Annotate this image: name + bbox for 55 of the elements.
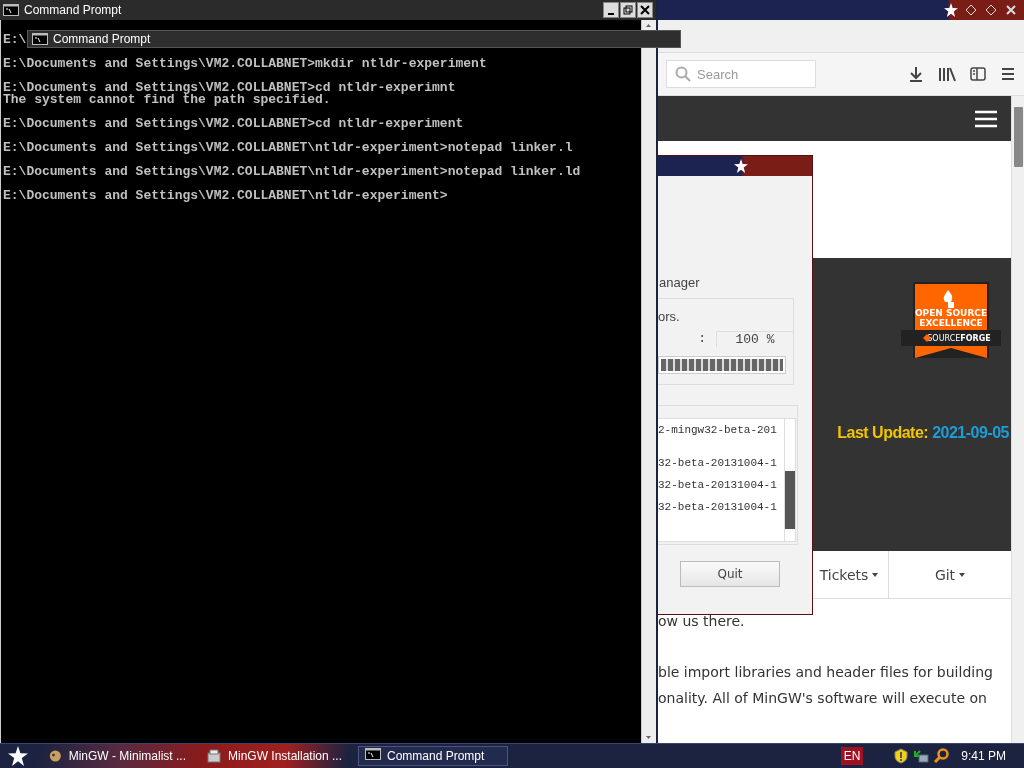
library-icon[interactable]: [938, 66, 956, 82]
package-icon: [206, 748, 222, 764]
search-icon[interactable]: [933, 748, 950, 764]
terminal-icon: [32, 33, 48, 45]
caret-icon: [872, 572, 879, 577]
quit-button[interactable]: Quit: [680, 561, 780, 587]
download-icon[interactable]: [908, 66, 924, 82]
separator-text: :: [698, 331, 706, 347]
status-text: ors.: [658, 309, 681, 324]
close-button[interactable]: [1004, 3, 1018, 17]
clock: 9:41 PM: [961, 749, 1006, 763]
taskbar-button[interactable]: MinGW - Minimalist ...: [42, 746, 192, 766]
menu-icon[interactable]: [1000, 66, 1016, 82]
scrollbar-thumb[interactable]: [1013, 107, 1023, 167]
scrollbar[interactable]: [641, 20, 656, 743]
network-icon[interactable]: [913, 748, 930, 764]
menu-icon[interactable]: [975, 109, 997, 128]
tooltip-text: Command Prompt: [53, 32, 151, 46]
console-line: E:\: [3, 34, 27, 46]
scrollbar[interactable]: [784, 419, 795, 541]
console-line: E:\Documents and Settings\VM2.COLLABNET>cd ntldr-experimnt: [3, 82, 456, 94]
sidebar-icon[interactable]: [970, 66, 986, 82]
console-line: E:\Documents and Settings\VM2.COLLABNET\ntldr-experiment>: [3, 190, 448, 202]
last-update-label: Last Update:: [837, 424, 929, 442]
log-line: 32-beta-20131004-1: [658, 456, 778, 471]
window-heading: anager: [658, 275, 701, 290]
app-icon: [48, 748, 63, 764]
last-update-date[interactable]: 2021-09-05: [932, 424, 1009, 442]
window-title: Command Prompt: [24, 3, 123, 17]
scrollbar[interactable]: [1011, 96, 1024, 743]
terminal-icon: [3, 4, 19, 16]
start-star-icon[interactable]: [8, 746, 28, 766]
star-icon: [734, 159, 748, 173]
log-line: 32-beta-20131004-1: [658, 500, 778, 515]
log-line: 2-mingw32-beta-201: [658, 423, 778, 438]
taskbar-button[interactable]: MinGW Installation ...: [200, 746, 350, 766]
search-icon: [675, 66, 691, 82]
paragraph-text: ow us there.: [658, 612, 746, 631]
taskbar-button[interactable]: Command Prompt: [358, 746, 508, 766]
scrollbar-thumb[interactable]: [785, 471, 795, 529]
restore-button[interactable]: [620, 2, 636, 18]
paragraph-text: ble import libraries and header files for building: [658, 663, 994, 682]
console-line: E:\Documents and Settings\VM2.COLLABNET>cd ntldr-experiment: [3, 118, 464, 130]
language-indicator[interactable]: EN: [840, 747, 864, 765]
shield-icon[interactable]: [893, 748, 910, 764]
caret-icon: [959, 572, 966, 577]
console-line: E:\Documents and Settings\VM2.COLLABNET>mkdir ntldr-experiment: [3, 58, 487, 70]
star-icon: [944, 3, 958, 17]
paragraph-text: onality. All of MinGW's software will execute on: [658, 689, 988, 708]
console-line: E:\Documents and Settings\VM2.COLLABNET\ntldr-experiment>notepad linker.ld: [3, 166, 581, 178]
console-line: E:\Documents and Settings\VM2.COLLABNET\ntldr-experiment>notepad linker.l: [3, 142, 573, 154]
log-line: 32-beta-20131004-1: [658, 478, 778, 493]
close-button[interactable]: [637, 2, 653, 18]
console-line: The system cannot find the path specified.: [3, 94, 331, 106]
percent-text: 100 %: [716, 331, 793, 347]
